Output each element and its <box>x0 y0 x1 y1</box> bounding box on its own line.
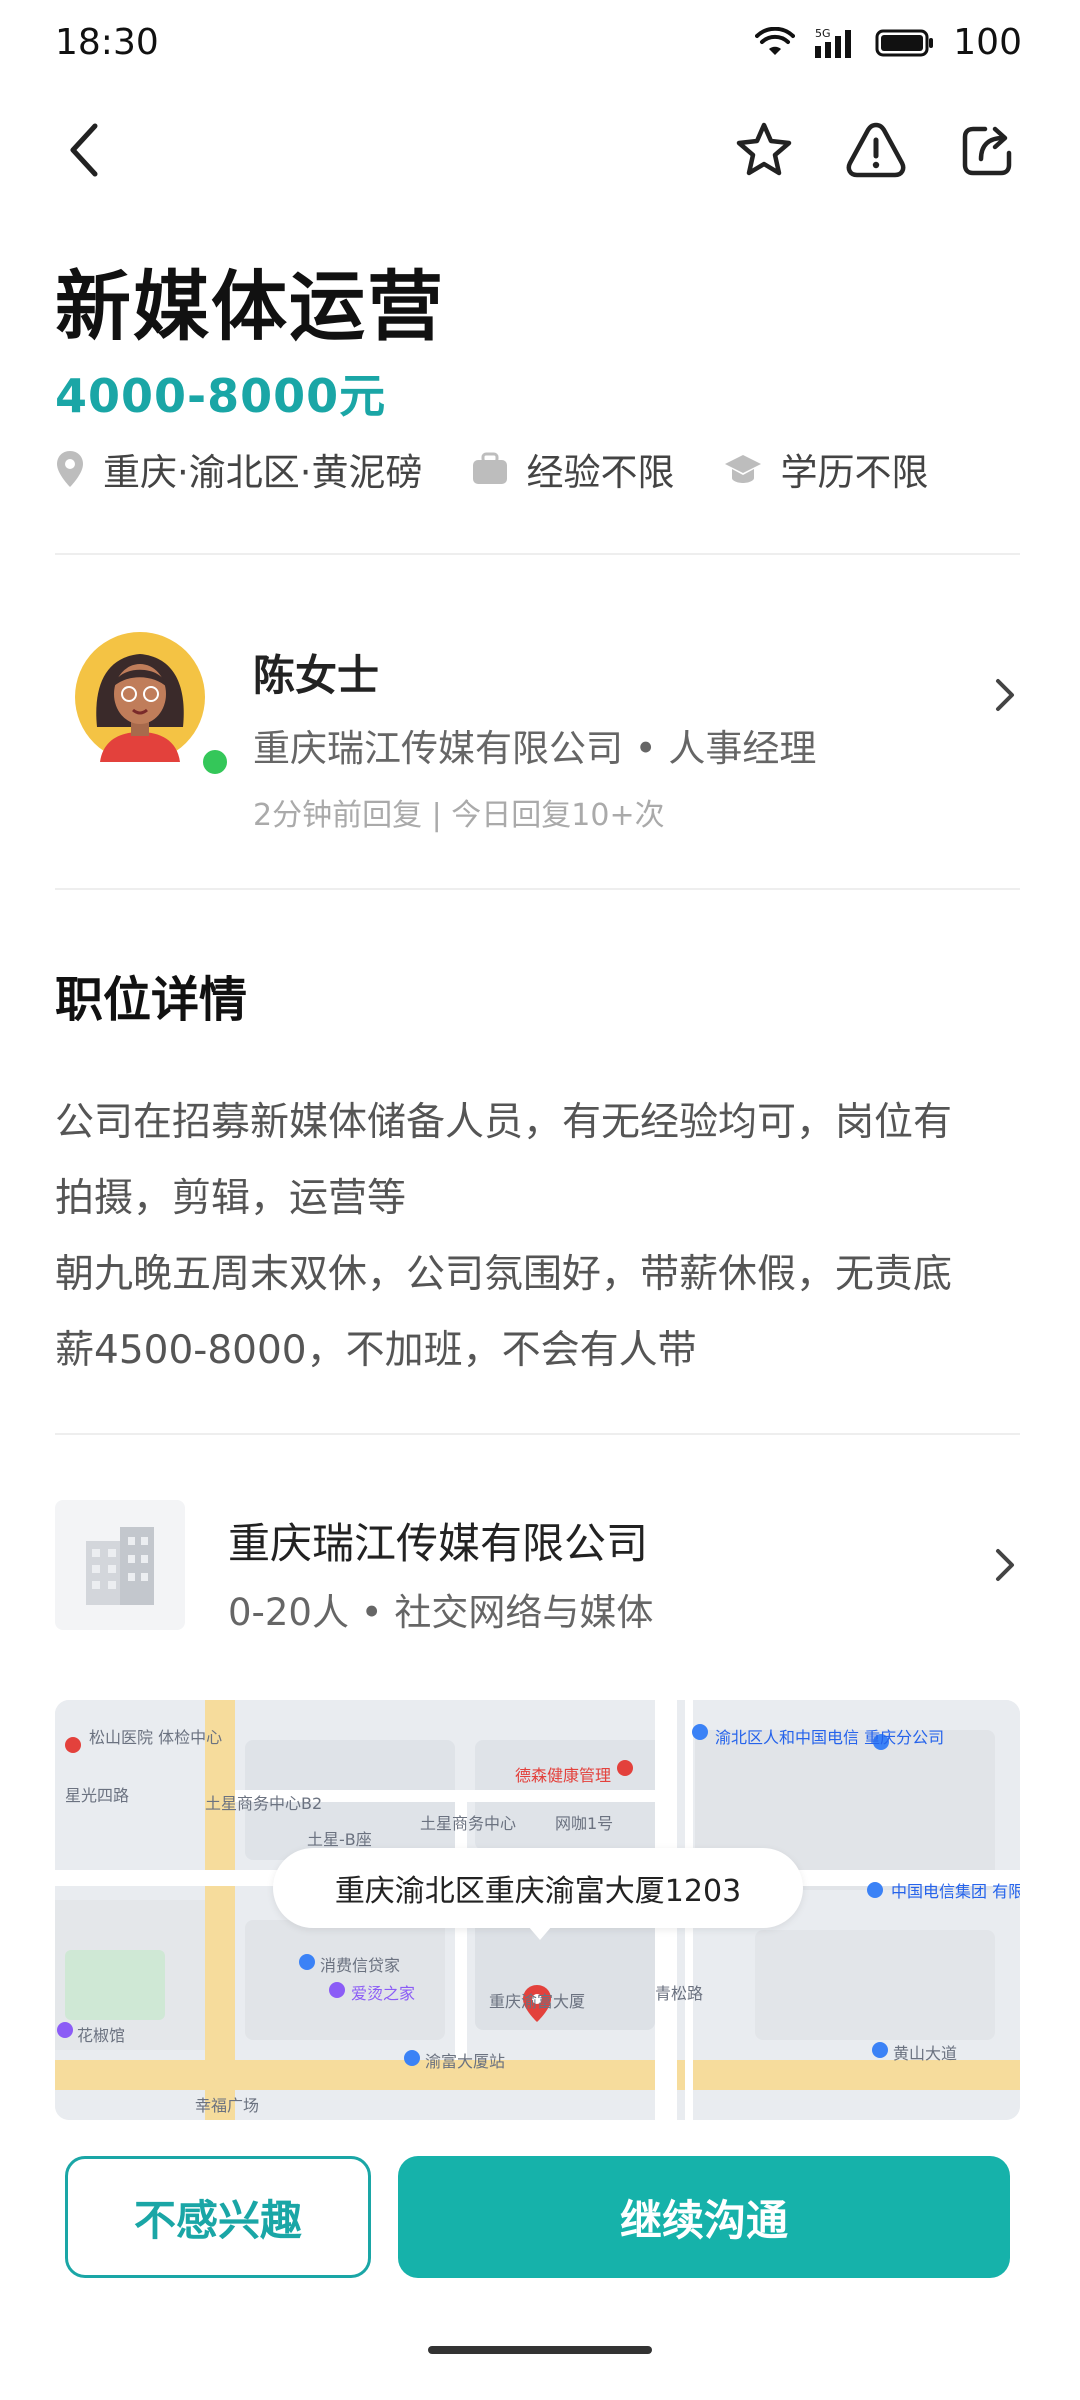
chevron-right-icon <box>990 1545 1020 1585</box>
divider <box>55 553 1020 555</box>
bottom-action-bar: 不感兴趣 继续沟通 <box>0 2120 1080 2400</box>
job-description: 公司在招募新媒体储备人员，有无经验均可，岗位有 拍摄，剪辑，运营等 朝九晚五周末… <box>55 1085 1025 1389</box>
job-tags: 重庆·渝北区·黄泥磅 经验不限 学历不限 <box>55 442 977 496</box>
recruiter-reply-info: 2分钟前回复 | 今日回复10+次 <box>253 798 665 833</box>
svg-text:5G: 5G <box>815 27 831 40</box>
tag-location-text: 重庆·渝北区·黄泥磅 <box>103 451 423 494</box>
briefcase-icon <box>472 452 507 484</box>
map-street-label: 星光四路 <box>65 1786 130 1805</box>
description-line: 薪4500-8000，不加班，不会有人带 <box>55 1328 697 1373</box>
map-poi-label: 幸福广场 <box>195 2096 260 2115</box>
map-address-callout: 重庆渝北区重庆渝富大厦1203 <box>273 1848 803 1940</box>
map-street-label: 黄山大道 <box>893 2044 958 2063</box>
company-name: 重庆瑞江传媒有限公司 <box>228 1519 649 1568</box>
report-button[interactable] <box>836 110 916 190</box>
divider <box>55 888 1020 890</box>
tag-education: 学历不限 <box>723 442 929 496</box>
recruiter-name: 陈女士 <box>253 651 380 700</box>
recruiter-company-role: 重庆瑞江传媒有限公司 • 人事经理 <box>253 727 817 770</box>
avatar <box>75 632 233 780</box>
status-icons: 5G 100 <box>755 22 1022 63</box>
wifi-icon <box>755 26 796 55</box>
graduation-cap-icon <box>724 455 761 483</box>
share-icon <box>962 126 1012 176</box>
location-pin-icon <box>57 451 83 487</box>
map-poi-label: 渝富大厦站 <box>425 2052 506 2071</box>
chevron-right-icon <box>990 675 1020 715</box>
back-button[interactable] <box>45 110 125 190</box>
cellular-signal-icon: 5G <box>815 27 852 58</box>
company-logo <box>55 1500 185 1630</box>
map-poi-label: 土星商务中心 <box>420 1814 517 1833</box>
map-poi-label: 花椒馆 <box>77 2026 126 2045</box>
warning-icon <box>846 122 906 178</box>
tag-experience: 经验不限 <box>471 442 675 496</box>
tag-experience-text: 经验不限 <box>526 451 675 494</box>
description-line: 拍摄，剪辑，运营等 <box>55 1176 407 1221</box>
recruiter-card[interactable]: 陈女士 重庆瑞江传媒有限公司 • 人事经理 2分钟前回复 | 今日回复10+次 <box>55 620 1020 850</box>
tag-location: 重庆·渝北区·黄泥磅 <box>55 442 423 496</box>
online-status-dot <box>197 744 233 780</box>
map-poi-label: 网咖1号 <box>555 1814 614 1833</box>
share-button[interactable] <box>948 110 1028 190</box>
map-poi-label: 土星-B座 <box>307 1830 372 1849</box>
battery-level: 100 <box>953 22 1022 63</box>
job-title: 新媒体运营 <box>55 262 445 351</box>
section-title-job-details: 职位详情 <box>55 972 248 1028</box>
favorite-button[interactable] <box>724 110 804 190</box>
map-poi-label: 爱烫之家 <box>351 1984 416 2003</box>
continue-chat-button[interactable]: 继续沟通 <box>398 2156 1010 2278</box>
battery-icon <box>875 29 934 56</box>
company-meta: 0-20人 • 社交网络与媒体 <box>228 1591 654 1634</box>
tag-education-text: 学历不限 <box>780 451 929 494</box>
map-poi-label: 重庆渝富大厦 <box>489 1992 586 2011</box>
home-indicator[interactable] <box>428 2346 652 2354</box>
recruiter-avatar-image <box>75 632 205 762</box>
map-poi-label: 中国电信集团 有限公司 <box>891 1882 1020 1901</box>
divider <box>55 1433 1020 1435</box>
status-time: 18:30 <box>55 22 159 63</box>
map-poi-label: 土星商务中心B2 <box>205 1794 323 1813</box>
star-icon <box>736 122 792 176</box>
map-poi-label: 德森健康管理 <box>515 1766 612 1785</box>
company-card[interactable]: 重庆瑞江传媒有限公司 0-20人 • 社交网络与媒体 <box>55 1500 1020 1634</box>
back-arrow-icon <box>70 123 98 177</box>
building-icon <box>86 1527 154 1605</box>
location-map[interactable]: 松山医院 体检中心 星光四路 土星商务中心B2 土星-B座 土星商务中心 德森健… <box>55 1700 1020 2120</box>
status-bar: 18:30 5G 100 <box>0 0 1080 92</box>
not-interested-button[interactable]: 不感兴趣 <box>65 2156 371 2278</box>
salary: 4000-8000元 <box>55 369 387 423</box>
map-street-label: 青松路 <box>655 1984 704 2003</box>
nav-bar <box>0 110 1080 200</box>
description-line: 朝九晚五周末双休，公司氛围好，带薪休假，无责底 <box>55 1252 953 1297</box>
description-line: 公司在招募新媒体储备人员，有无经验均可，岗位有 <box>55 1100 953 1145</box>
map-poi-label: 渝北区人和中国电信 重庆分公司 <box>715 1728 945 1747</box>
map-poi-label: 消费信贷家 <box>320 1956 401 1975</box>
map-poi-label: 松山医院 体检中心 <box>89 1728 223 1747</box>
